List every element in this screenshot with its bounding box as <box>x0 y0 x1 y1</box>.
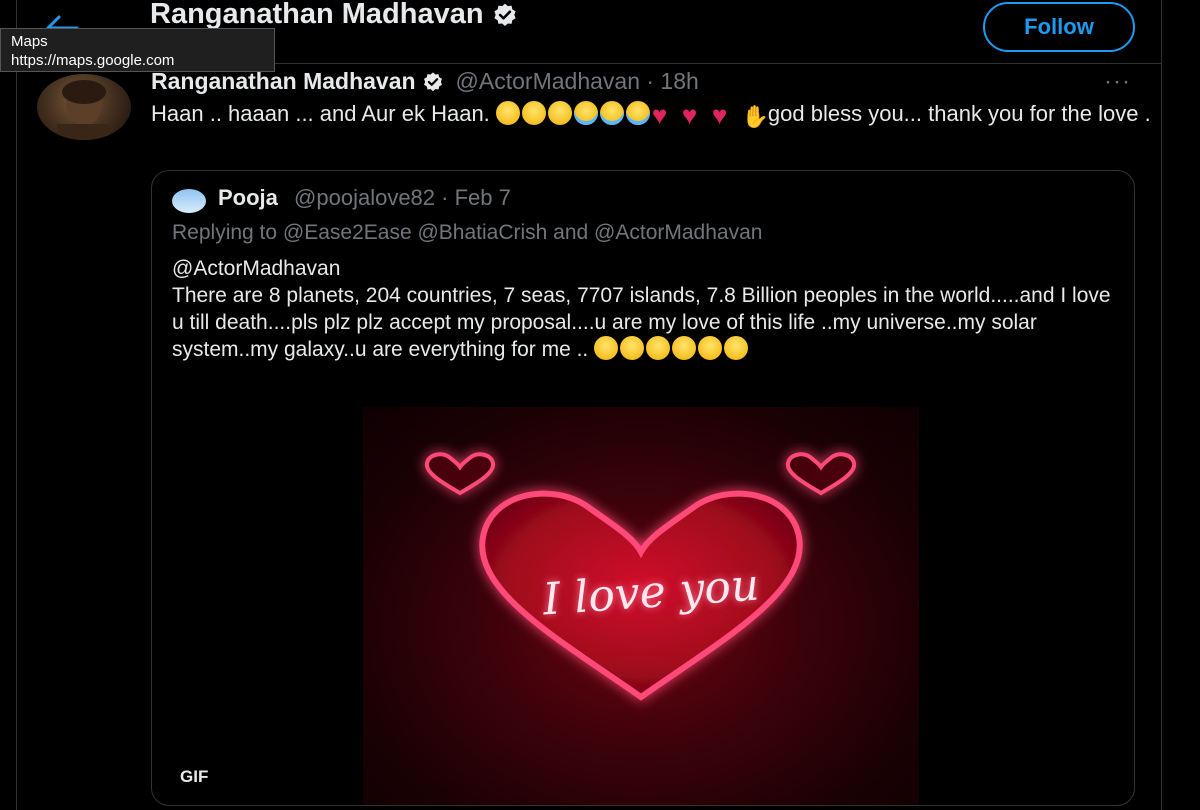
page: Ranganathan Madhavan ets Follow Ranganat… <box>0 0 1200 810</box>
face-blowing-kiss-icon <box>724 336 749 360</box>
face-blowing-kiss-icon <box>646 336 671 360</box>
avatar-image <box>57 80 111 140</box>
more-icon[interactable]: ··· <box>1104 68 1131 96</box>
quoted-tweet-text: @ActorMadhavan There are 8 planets, 204 … <box>172 255 1112 363</box>
face-blowing-kiss-icon <box>620 336 645 360</box>
quoted-tweet-header: Pooja @poojalove82 · Feb 7 <box>218 185 511 211</box>
tooltip-url: https://maps.google.com <box>11 52 175 69</box>
tweet-text-part1: Haan .. haaan ... and Aur ek Haan. <box>151 101 490 126</box>
grinning-squinting-face-icon <box>521 101 546 125</box>
verified-badge-icon <box>493 3 516 26</box>
tweet-text: Haan .. haaan ... and Aur ek Haan. ♥ ♥ ♥ ✋g… <box>151 100 1151 130</box>
quoted-author-name[interactable]: Pooja <box>218 185 278 210</box>
tweet-author-name[interactable]: Ranganathan Madhavan <box>151 68 416 95</box>
header-name-text: Ranganathan Madhavan <box>150 0 484 30</box>
tweet-text-part2: god bless you... thank you for the love … <box>767 101 1151 126</box>
header-title: Ranganathan Madhavan <box>150 0 518 31</box>
verified-badge-icon <box>423 71 442 91</box>
folded-hands-icon: ✋ <box>741 104 770 129</box>
tweet-header: Ranganathan Madhavan @ActorMadhavan · 18… <box>151 68 699 95</box>
replying-to-text: Replying to @Ease2Ease @BhatiaCrish and … <box>172 221 763 244</box>
avatar[interactable] <box>37 74 131 140</box>
link-tooltip: Maps https://maps.google.com <box>0 28 275 72</box>
tears-of-joy-face-icon <box>625 101 650 125</box>
gif-media[interactable]: I love you <box>363 407 919 805</box>
gif-badge: GIF <box>180 767 209 786</box>
tweet-author-handle[interactable]: @ActorMadhavan · 18h <box>456 68 699 95</box>
tears-of-joy-face-icon <box>599 101 624 125</box>
quoted-mention[interactable]: @ActorMadhavan <box>172 255 1112 282</box>
quoted-tweet[interactable]: Pooja @poojalove82 · Feb 7 Replying to @… <box>151 170 1135 806</box>
red-heart-icon: ♥ <box>651 100 668 130</box>
quoted-avatar[interactable] <box>172 189 206 213</box>
face-blowing-kiss-icon <box>672 336 697 360</box>
grinning-squinting-face-icon <box>495 101 520 125</box>
red-heart-icon: ♥ <box>711 100 728 130</box>
face-blowing-kiss-icon <box>698 336 723 360</box>
tears-of-joy-face-icon <box>573 101 598 125</box>
grinning-squinting-face-icon <box>547 101 572 125</box>
red-heart-icon: ♥ <box>681 100 698 130</box>
quoted-author-handle[interactable]: @poojalove82 · Feb 7 <box>294 185 511 210</box>
face-blowing-kiss-icon <box>594 336 619 360</box>
tooltip-title: Maps <box>11 33 48 50</box>
follow-button[interactable]: Follow <box>983 2 1135 52</box>
timeline-column: Ranganathan Madhavan ets Follow Ranganat… <box>16 0 1162 810</box>
